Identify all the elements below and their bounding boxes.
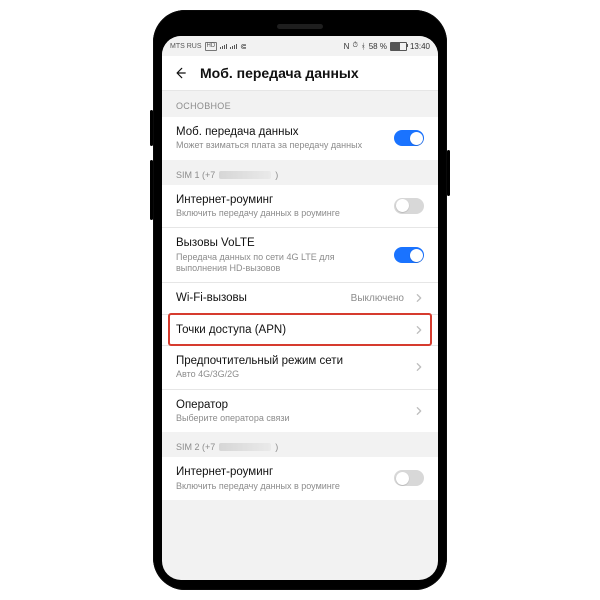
row-roaming-sim1[interactable]: Интернет-роуминг Включить передачу данны… xyxy=(162,185,438,228)
page-title: Моб. передача данных xyxy=(200,65,359,81)
side-button xyxy=(150,160,153,220)
side-button xyxy=(447,150,450,196)
roaming-sim1-toggle[interactable] xyxy=(394,198,424,214)
back-arrow-icon[interactable] xyxy=(172,65,188,81)
chevron-right-icon xyxy=(414,293,424,303)
row-operator[interactable]: Оператор Выберите оператора связи xyxy=(162,389,438,433)
wifi-icon: ⋐ xyxy=(240,42,247,51)
chevron-right-icon xyxy=(414,362,424,372)
bluetooth-icon: ᚼ xyxy=(361,42,366,51)
row-wifi-calls[interactable]: Wi-Fi-вызовы Выключено xyxy=(162,282,438,313)
side-button xyxy=(150,110,153,146)
row-volte[interactable]: Вызовы VoLTE Передача данных по сети 4G … xyxy=(162,227,438,282)
redacted-number xyxy=(219,171,271,179)
row-title: Предпочтительный режим сети xyxy=(176,354,404,368)
hd-badge-icon: HD xyxy=(205,42,218,51)
row-title: Точки доступа (APN) xyxy=(176,323,404,337)
clock: 13:40 xyxy=(410,42,430,51)
row-title: Моб. передача данных xyxy=(176,125,384,139)
status-bar: MTS RUS HD ⋐ N ⏱ ᚼ 58 % 13:40 xyxy=(162,36,438,56)
row-roaming-sim2[interactable]: Интернет-роуминг Включить передачу данны… xyxy=(162,457,438,500)
row-title: Оператор xyxy=(176,398,404,412)
nfc-icon: N xyxy=(344,42,350,51)
row-preferred-network[interactable]: Предпочтительный режим сети Авто 4G/3G/2… xyxy=(162,345,438,389)
mobile-data-toggle[interactable] xyxy=(394,130,424,146)
section-label-sim2: SIM 2 (+7 ) xyxy=(162,432,438,457)
section-label-sim1: SIM 1 (+7 ) xyxy=(162,160,438,185)
row-subtitle: Включить передачу данных в роуминге xyxy=(176,208,384,219)
row-subtitle: Выберите оператора связи xyxy=(176,413,404,424)
carrier-label: MTS RUS xyxy=(170,43,202,50)
phone-frame: MTS RUS HD ⋐ N ⏱ ᚼ 58 % 13:40 xyxy=(153,10,447,590)
section-label-main: ОСНОВНОЕ xyxy=(162,91,438,117)
screen: MTS RUS HD ⋐ N ⏱ ᚼ 58 % 13:40 xyxy=(162,36,438,580)
row-value: Выключено xyxy=(351,293,404,304)
page-header: Моб. передача данных xyxy=(162,56,438,91)
volte-toggle[interactable] xyxy=(394,247,424,263)
row-title: Интернет-роуминг xyxy=(176,465,384,479)
battery-icon xyxy=(390,42,407,51)
battery-percent: 58 % xyxy=(369,42,387,51)
chevron-right-icon xyxy=(414,325,424,335)
signal-icon xyxy=(220,44,227,49)
row-subtitle: Передача данных по сети 4G LTE для выпол… xyxy=(176,252,384,275)
redacted-number xyxy=(219,443,271,451)
row-subtitle: Авто 4G/3G/2G xyxy=(176,369,404,380)
row-subtitle: Включить передачу данных в роуминге xyxy=(176,481,384,492)
row-title: Интернет-роуминг xyxy=(176,193,384,207)
row-apn[interactable]: Точки доступа (APN) xyxy=(162,314,438,345)
row-title: Вызовы VoLTE xyxy=(176,236,384,250)
roaming-sim2-toggle[interactable] xyxy=(394,470,424,486)
speaker-slot xyxy=(277,24,323,29)
alarm-icon: ⏱ xyxy=(352,42,357,50)
row-title: Wi-Fi-вызовы xyxy=(176,291,341,305)
signal-icon xyxy=(230,44,237,49)
row-subtitle: Может взиматься плата за передачу данных xyxy=(176,140,384,151)
settings-list: ОСНОВНОЕ Моб. передача данных Может взим… xyxy=(162,91,438,580)
chevron-right-icon xyxy=(414,406,424,416)
row-mobile-data[interactable]: Моб. передача данных Может взиматься пла… xyxy=(162,117,438,160)
